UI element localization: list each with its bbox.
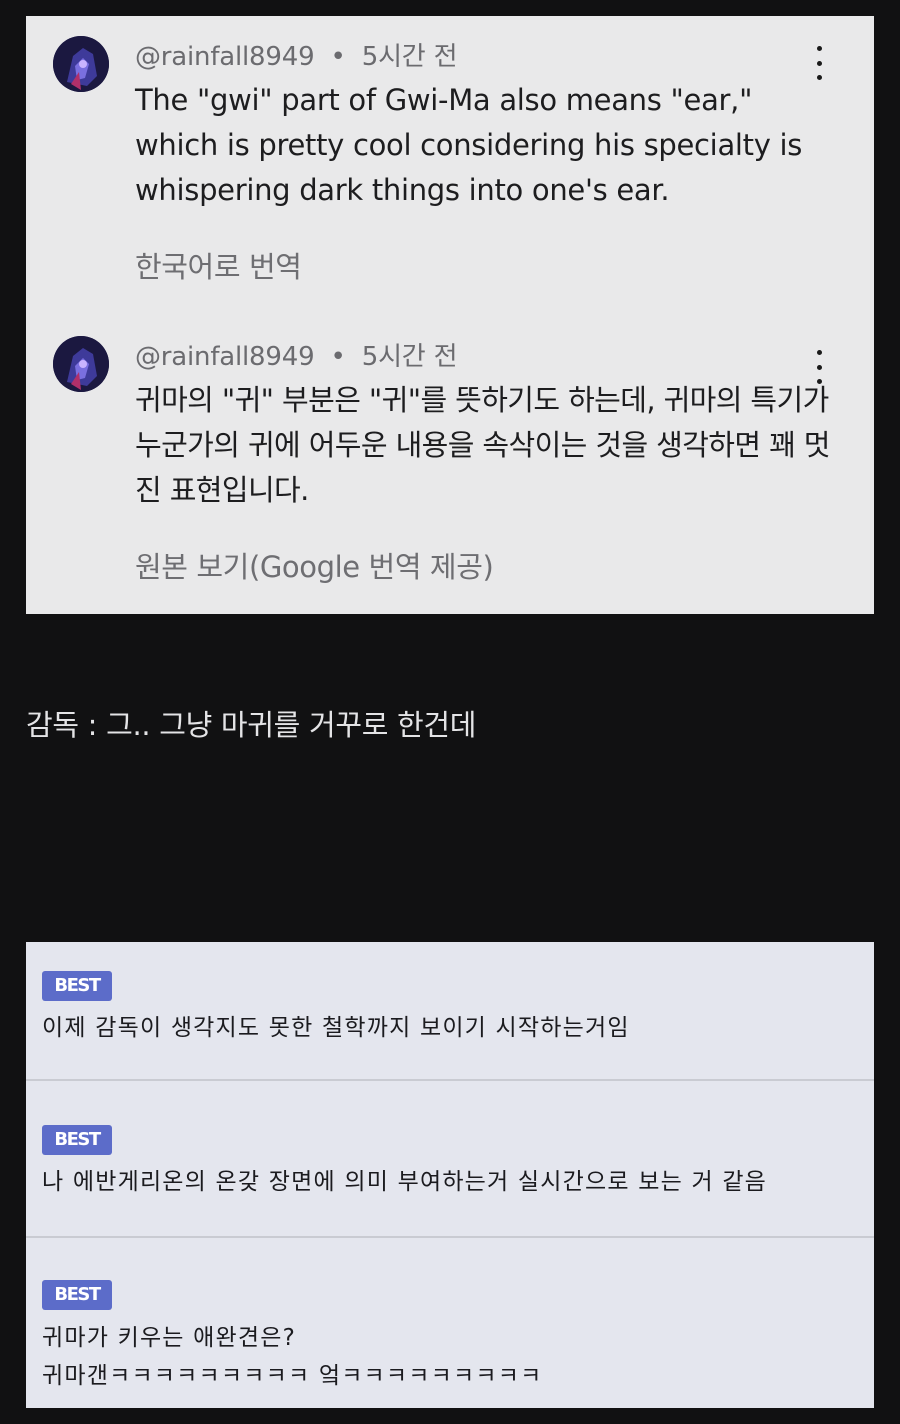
meta-separator: • [330, 342, 346, 372]
avatar[interactable] [53, 336, 109, 392]
best-badge: BEST [42, 1125, 112, 1155]
best-comment-text: 귀마갠ㅋㅋㅋㅋㅋㅋㅋㅋㅋ 엌ㅋㅋㅋㅋㅋㅋㅋㅋㅋ [42, 1363, 543, 1389]
comment-text: The "gwi" part of Gwi-Ma also means "ear… [135, 83, 803, 207]
comment-text: 귀마의 "귀" 부분은 "귀"를 뜻하기도 하는데, 귀마의 특기가 누군가의 … [135, 383, 830, 507]
see-original-link[interactable]: 원본 보기(Google 번역 제공) [135, 544, 494, 586]
comment-meta: @rainfall8949 • 5시간 전 [135, 36, 458, 73]
best-comment-text: 이제 감독이 생각지도 못한 철학까지 보이기 시작하는거임 [42, 1015, 630, 1041]
best-comment: BEST 귀마가 키우는 애완견은? 귀마갠ㅋㅋㅋㅋㅋㅋㅋㅋㅋ 엌ㅋㅋㅋㅋㅋㅋㅋ… [26, 1240, 874, 1408]
best-comment: BEST 나 에반게리온의 온갖 장면에 의미 부여하는거 실시간으로 보는 거… [26, 1083, 874, 1238]
meta-separator: • [330, 42, 346, 72]
best-comment-text: 귀마가 키우는 애완견은? [42, 1325, 297, 1351]
comment-meta: @rainfall8949 • 5시간 전 [135, 336, 458, 373]
caption-text: 감독 : 그.. 그냥 마귀를 거꾸로 한건데 [26, 708, 477, 742]
best-badge: BEST [42, 971, 112, 1001]
avatar-image [53, 336, 109, 392]
best-comments-panel: BEST 이제 감독이 생각지도 못한 철학까지 보이기 시작하는거임 BEST… [26, 942, 874, 1408]
youtube-comment-panel: @rainfall8949 • 5시간 전 The "gwi" part of … [26, 16, 874, 614]
comment-time: 5시간 전 [361, 42, 458, 72]
best-badge: BEST [42, 1280, 112, 1310]
comment-handle[interactable]: @rainfall8949 [135, 342, 315, 372]
best-comment-text: 나 에반게리온의 온갖 장면에 의미 부여하는거 실시간으로 보는 거 같음 [42, 1169, 768, 1195]
avatar-image [53, 36, 109, 92]
comment-time: 5시간 전 [361, 342, 458, 372]
comment-handle[interactable]: @rainfall8949 [135, 42, 315, 72]
best-comment: BEST 이제 감독이 생각지도 못한 철학까지 보이기 시작하는거임 [26, 942, 874, 1081]
more-vert-icon[interactable] [804, 46, 834, 80]
avatar[interactable] [53, 36, 109, 92]
translate-link[interactable]: 한국어로 번역 [135, 244, 302, 286]
